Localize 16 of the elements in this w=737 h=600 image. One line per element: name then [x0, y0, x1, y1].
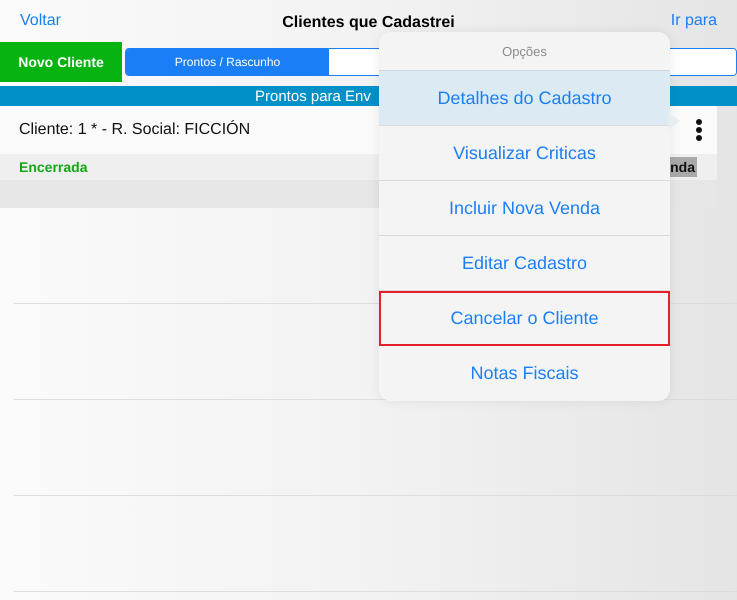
new-client-button[interactable]: Novo Cliente — [0, 42, 122, 82]
screen-title: Clientes que Cadastrei — [282, 14, 455, 32]
menu-item[interactable]: Detalhes do Cadastro — [379, 71, 670, 126]
popover-arrow — [668, 112, 680, 130]
menu-item[interactable]: Editar Cadastro — [379, 236, 670, 291]
client-title: Cliente: 1 * - R. Social: FICCIÓN — [19, 121, 250, 139]
section-title: Prontos para Env — [254, 88, 371, 104]
segment-tab[interactable]: Prontos / Rascunho — [126, 49, 329, 75]
menu-item[interactable]: Incluir Nova Venda — [379, 181, 670, 236]
menu-item[interactable]: Visualizar Criticas — [379, 126, 670, 181]
menu-item[interactable]: Notas Fiscais — [379, 346, 670, 401]
more-icon[interactable] — [695, 118, 703, 142]
menu-item[interactable]: Cancelar o Cliente — [379, 291, 670, 346]
go-to-link[interactable]: Ir para — [670, 12, 717, 30]
status-label: Encerrada — [19, 159, 88, 175]
back-link[interactable]: Voltar — [20, 12, 61, 30]
